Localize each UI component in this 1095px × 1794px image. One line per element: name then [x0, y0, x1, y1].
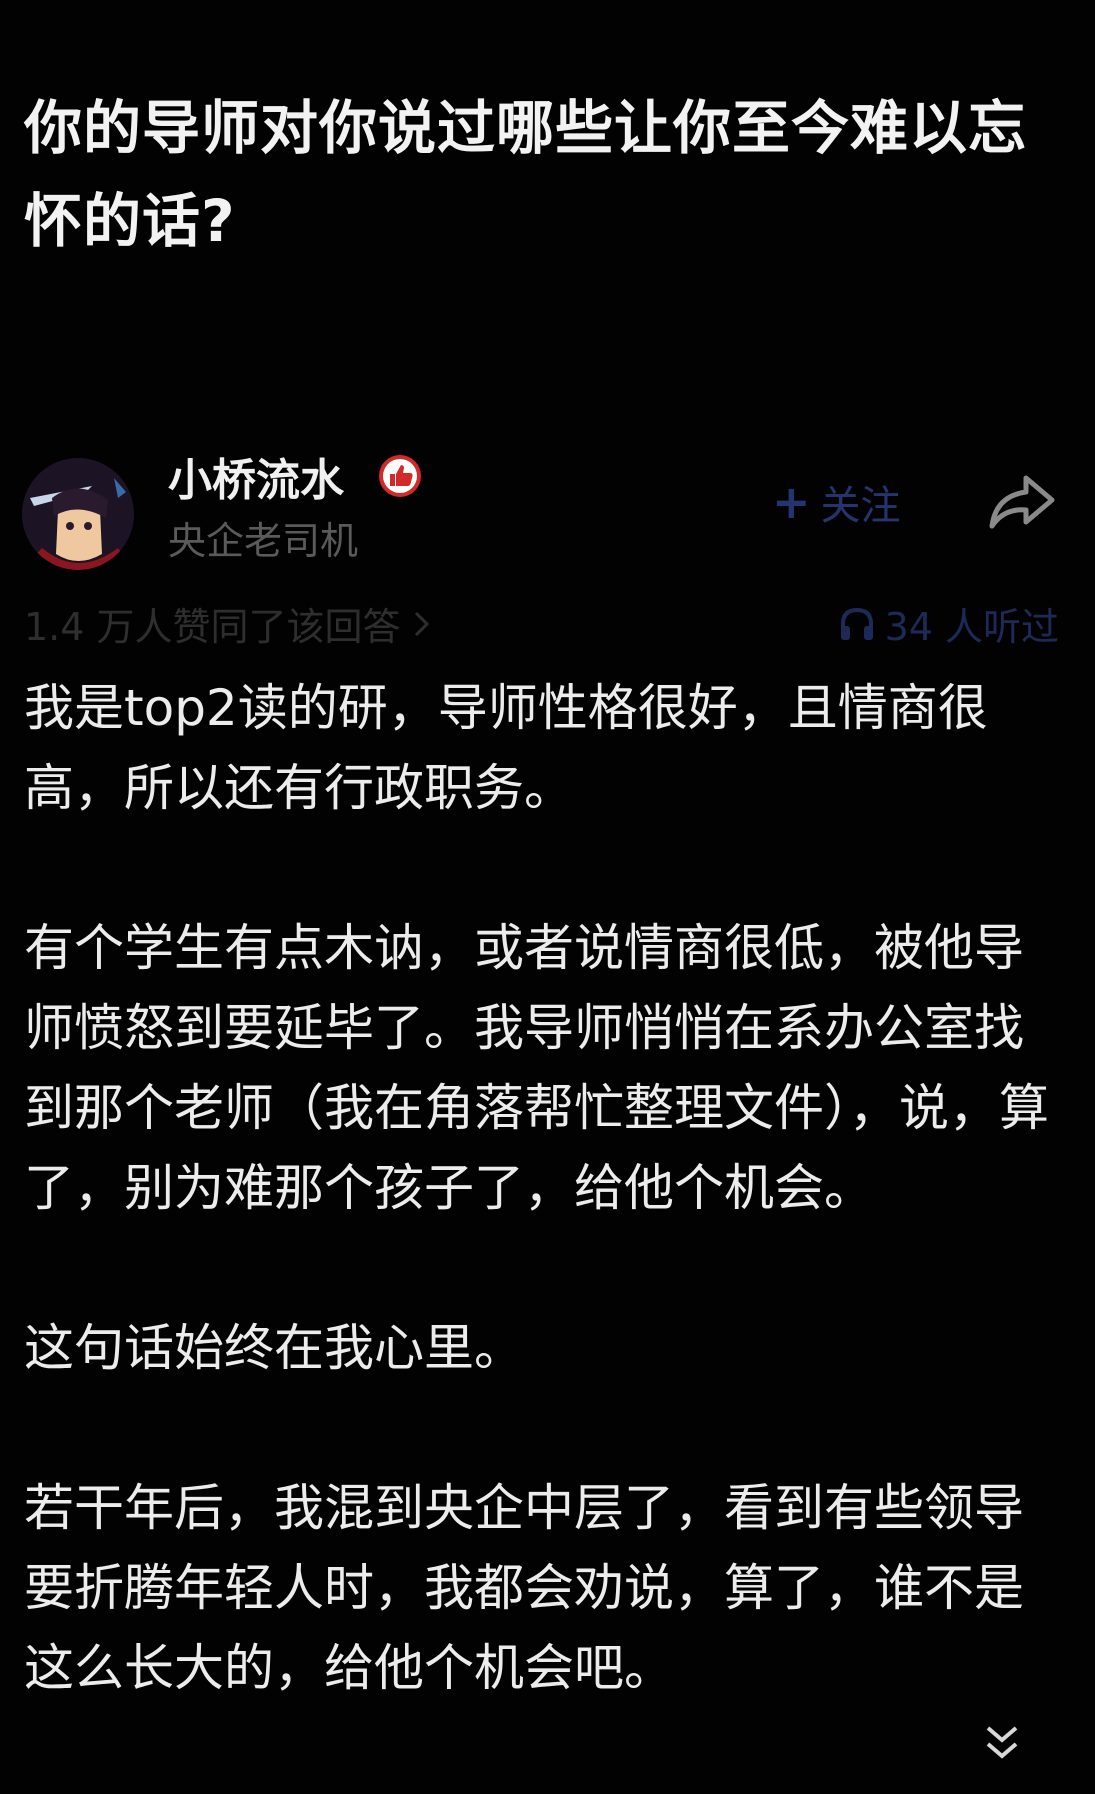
plus-icon: + — [772, 475, 811, 529]
author-name[interactable]: 小桥流水 — [168, 444, 344, 508]
author-bio: 央企老司机 — [168, 519, 359, 563]
headphones-icon — [840, 607, 873, 640]
share-arrow-icon[interactable] — [986, 470, 1058, 534]
answer-paragraph: 有个学生有点木讷，或者说情商很低，被他导师愤怒到要延毕了。我导师悄悄在系办公室找… — [24, 919, 1049, 1217]
likes-count-text: 1.4 万人赞同了该回答 — [24, 605, 401, 649]
answer-paragraph: 这句话始终在我心里。 — [24, 1319, 524, 1377]
author-row: 小桥流水 央企老司机 + 关注 — [0, 430, 1095, 570]
chevron-right-icon — [414, 611, 429, 636]
question-title[interactable]: 你的导师对你说过哪些让你至今难以忘怀的话? — [24, 82, 1054, 268]
avatar[interactable] — [22, 458, 134, 570]
meta-row: 1.4 万人赞同了该回答 34 人听过 — [0, 592, 1095, 651]
listeners-text: 34 人听过 — [884, 605, 1059, 649]
follow-button[interactable]: + 关注 — [772, 474, 901, 530]
double-chevron-down-icon[interactable] — [982, 1718, 1022, 1768]
thumbs-up-badge-icon — [376, 452, 424, 500]
answer-paragraph: 若干年后，我混到央企中层了，看到有些领导要折腾年轻人时，我都会劝说，算了，谁不是… — [24, 1479, 1024, 1697]
answer-body: 我是top2读的研，导师性格很好，且情商很高，所以还有行政职务。 有个学生有点木… — [24, 668, 1054, 1708]
answer-page: 你的导师对你说过哪些让你至今难以忘怀的话? 小桥流水 央企老司机 + 关注 1.… — [0, 0, 1095, 1794]
follow-label: 关注 — [820, 483, 901, 529]
likes-count-link[interactable]: 1.4 万人赞同了该回答 — [24, 596, 433, 651]
listeners-count[interactable]: 34 人听过 — [837, 596, 1059, 651]
answer-paragraph: 我是top2读的研，导师性格很好，且情商很高，所以还有行政职务。 — [24, 679, 988, 817]
